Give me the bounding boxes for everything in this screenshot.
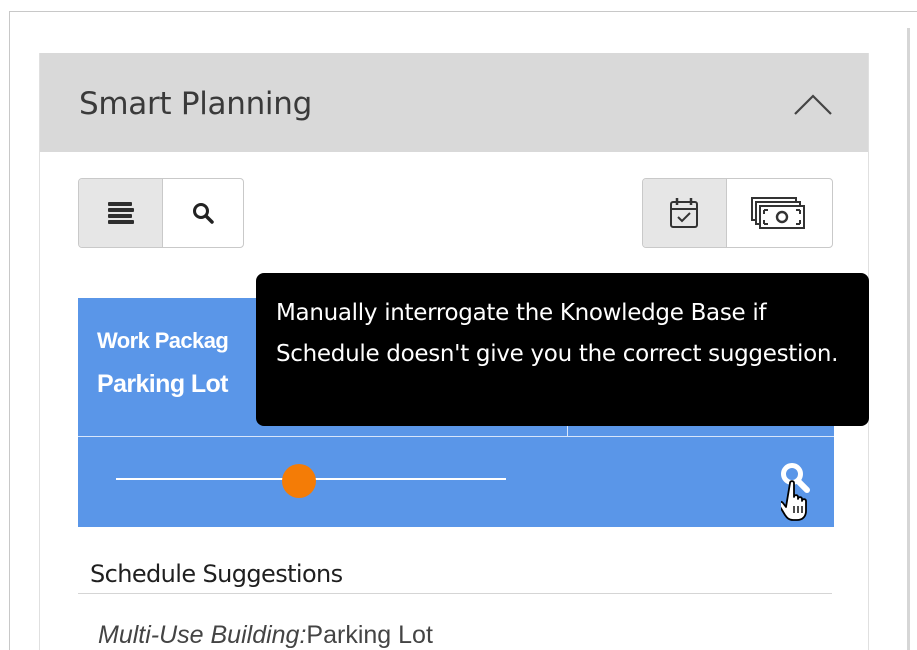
slider-thumb[interactable] bbox=[282, 464, 317, 498]
hand-pointer-icon bbox=[781, 480, 807, 521]
mode-toggle-group bbox=[642, 178, 833, 248]
money-bills-icon bbox=[751, 197, 806, 229]
list-stack-icon bbox=[107, 202, 134, 224]
tooltip-text: Manually interrogate the Knowledge Base … bbox=[276, 300, 839, 367]
search-icon bbox=[193, 203, 214, 224]
work-package-value: Parking Lot bbox=[97, 370, 229, 398]
suggestion-project: Multi-Use Building: bbox=[98, 621, 307, 649]
search-view-button[interactable] bbox=[162, 179, 243, 247]
knowledge-base-search-button[interactable] bbox=[776, 461, 820, 521]
card-divider bbox=[78, 436, 834, 437]
suggestions-divider bbox=[78, 593, 832, 594]
schedule-suggestions-title: Schedule Suggestions bbox=[90, 560, 343, 588]
work-package-label: Work Packag bbox=[97, 328, 229, 353]
suggestion-item[interactable]: Multi-Use Building:Parking Lot bbox=[98, 621, 433, 650]
cost-mode-button[interactable] bbox=[725, 179, 832, 247]
collapse-button[interactable] bbox=[790, 83, 836, 123]
list-view-button[interactable] bbox=[79, 179, 163, 247]
chevron-up-icon bbox=[794, 94, 832, 115]
suggestion-name: Parking Lot bbox=[306, 621, 433, 649]
panel-header: Smart Planning bbox=[40, 53, 868, 152]
schedule-mode-button[interactable] bbox=[643, 179, 726, 247]
tooltip: Manually interrogate the Knowledge Base … bbox=[256, 273, 869, 426]
view-toggle-group bbox=[78, 178, 244, 248]
panel-title: Smart Planning bbox=[79, 86, 312, 122]
calendar-check-icon bbox=[670, 198, 699, 228]
scroll-divider bbox=[907, 28, 910, 650]
